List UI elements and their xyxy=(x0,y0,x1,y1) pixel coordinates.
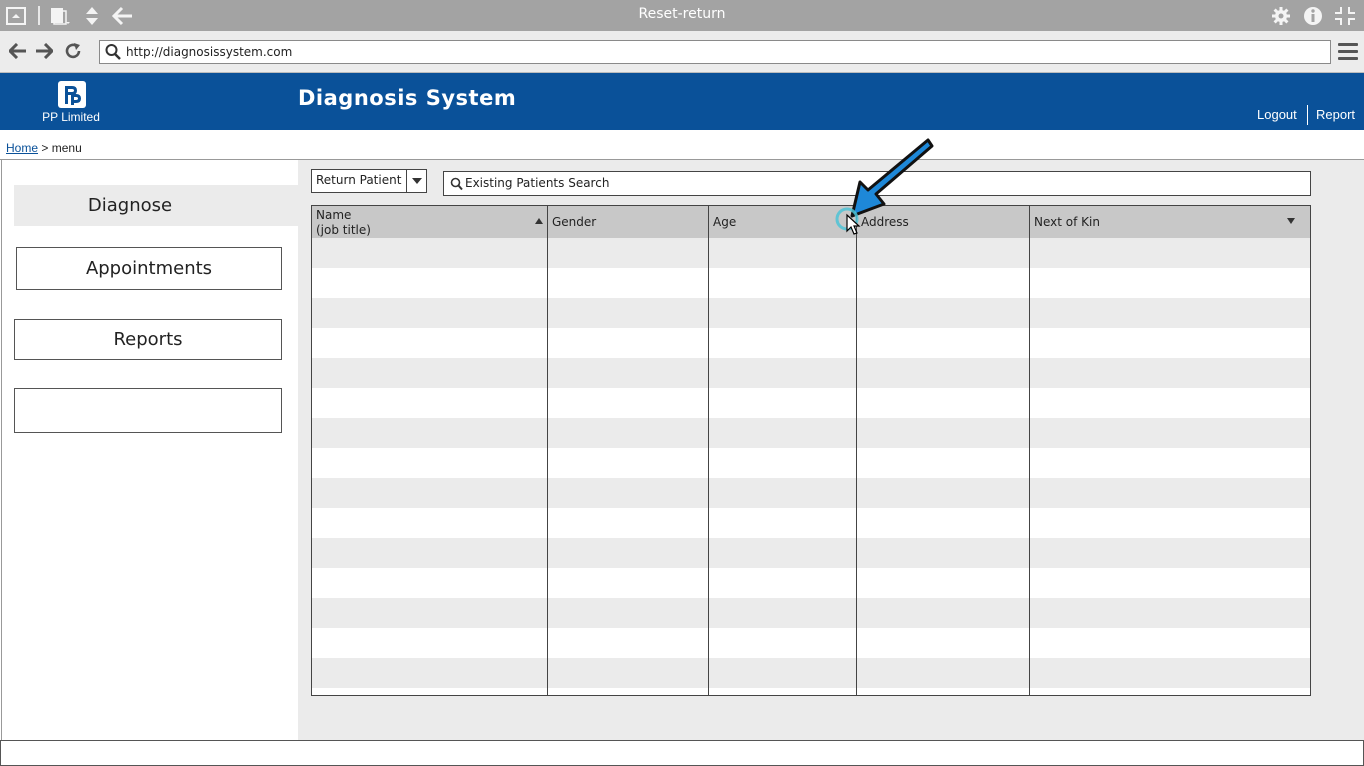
column-divider xyxy=(856,206,857,695)
sidebar-item-label: Diagnose xyxy=(87,195,173,216)
company-logo xyxy=(58,81,86,108)
table-row[interactable] xyxy=(312,358,1310,388)
table-row[interactable] xyxy=(312,538,1310,568)
column-divider xyxy=(1029,206,1030,695)
table-row[interactable] xyxy=(312,478,1310,508)
app-header: PP Limited Diagnosis System Logout Repor… xyxy=(0,73,1364,130)
table-row[interactable] xyxy=(312,298,1310,328)
table-row[interactable] xyxy=(312,508,1310,538)
table-row[interactable] xyxy=(312,658,1310,688)
table-row[interactable] xyxy=(312,328,1310,358)
window-titlebar: Reset-return xyxy=(0,0,1364,31)
column-header-gender-label: Gender xyxy=(552,215,597,229)
column-menu-chevron-icon[interactable] xyxy=(1287,218,1295,224)
table-row[interactable] xyxy=(312,598,1310,628)
column-header-next-of-kin-label: Next of Kin xyxy=(1034,215,1100,229)
window-title: Reset-return xyxy=(638,6,726,22)
breadcrumb-home-link[interactable]: Home xyxy=(6,141,38,155)
column-divider xyxy=(547,206,548,695)
sidebar-item-empty[interactable] xyxy=(14,388,282,433)
titlebar-separator xyxy=(38,6,40,25)
column-header-name[interactable]: Name (job title) xyxy=(312,206,548,238)
browser-forward-icon[interactable] xyxy=(33,40,55,62)
patient-type-select[interactable]: Return Patient xyxy=(311,169,427,193)
table-row[interactable] xyxy=(312,418,1310,448)
app-title: Diagnosis System xyxy=(298,86,517,110)
browser-address-bar: http://diagnosissystem.com xyxy=(0,31,1364,73)
column-header-name-label: Name xyxy=(316,208,352,222)
table-row[interactable] xyxy=(312,388,1310,418)
url-field[interactable]: http://diagnosissystem.com xyxy=(99,40,1331,64)
column-header-age-label: Age xyxy=(713,215,737,229)
company-name: PP Limited xyxy=(42,110,100,124)
browser-back-icon[interactable] xyxy=(7,40,29,62)
search-placeholder: Existing Patients Search xyxy=(465,176,610,190)
breadcrumb: Home > menu xyxy=(6,141,82,155)
table-header: Name (job title) Gender Age Address Next… xyxy=(312,206,1310,238)
table-row[interactable] xyxy=(312,568,1310,598)
table-row[interactable] xyxy=(312,268,1310,298)
table-row[interactable] xyxy=(312,448,1310,478)
logo-icon xyxy=(65,85,81,105)
breadcrumb-current: menu xyxy=(51,141,82,155)
blue-arrow-icon xyxy=(835,138,934,235)
info-icon[interactable] xyxy=(1302,5,1324,27)
sidebar-item-appointments[interactable]: Appointments xyxy=(16,247,282,290)
patients-table: Name (job title) Gender Age Address Next… xyxy=(311,205,1311,696)
window-minimize-icon[interactable] xyxy=(5,5,27,27)
search-icon xyxy=(105,44,121,60)
browser-menu-icon[interactable] xyxy=(1338,43,1358,61)
logout-link[interactable]: Logout xyxy=(1257,107,1297,122)
column-header-gender[interactable]: Gender xyxy=(548,206,709,238)
report-link[interactable]: Report xyxy=(1316,107,1355,122)
gear-icon[interactable] xyxy=(1270,5,1292,27)
browser-reload-icon[interactable] xyxy=(62,40,84,62)
table-row[interactable] xyxy=(312,628,1310,658)
url-text: http://diagnosissystem.com xyxy=(126,45,293,59)
pages-icon[interactable] xyxy=(49,5,71,27)
back-arrow-icon[interactable] xyxy=(112,5,134,27)
status-bar xyxy=(0,741,1364,766)
search-icon xyxy=(450,177,463,191)
column-divider xyxy=(708,206,709,695)
sidebar-item-reports[interactable]: Reports xyxy=(14,319,282,360)
header-link-separator xyxy=(1307,105,1308,125)
table-row[interactable] xyxy=(312,238,1310,268)
sort-updown-icon[interactable] xyxy=(81,5,103,27)
column-header-name-subtitle: (job title) xyxy=(316,223,371,237)
collapse-icon[interactable] xyxy=(1334,5,1356,27)
breadcrumb-separator: > xyxy=(41,141,49,155)
sort-ascending-icon[interactable] xyxy=(535,218,543,224)
chevron-down-icon[interactable] xyxy=(406,170,426,192)
patient-type-value: Return Patient xyxy=(316,173,402,187)
sidebar-item-diagnose[interactable]: Diagnose xyxy=(14,185,298,226)
column-header-next-of-kin[interactable]: Next of Kin xyxy=(1030,206,1310,238)
